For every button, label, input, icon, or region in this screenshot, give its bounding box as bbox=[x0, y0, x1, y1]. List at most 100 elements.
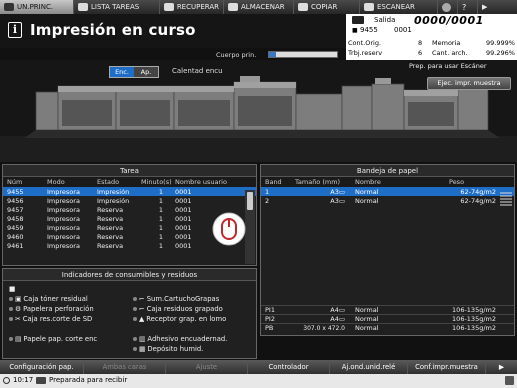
settings-button[interactable] bbox=[438, 0, 458, 14]
table-row[interactable]: PI2 A4▭ Normal 106-135g/m2 bbox=[261, 314, 514, 324]
cant-label: Cant. arch. bbox=[432, 49, 468, 57]
next-arrow-button[interactable]: ▶ bbox=[478, 0, 517, 14]
waste-toner-icon: ▣ bbox=[15, 295, 22, 303]
globe-icon bbox=[442, 2, 451, 12]
arrow-right-icon: ▶ bbox=[482, 3, 488, 11]
tab-copy[interactable]: COPIAR bbox=[294, 0, 360, 14]
task-scrollbar[interactable] bbox=[245, 190, 255, 264]
task-table-header: Núm Modo Estado Minuto(s) Nombre usuario bbox=[3, 177, 256, 187]
table-row[interactable]: 2 A3▭ Normal 62-74g/m2 bbox=[261, 196, 514, 205]
adhesive-icon: ▥ bbox=[139, 335, 146, 343]
next-page-button[interactable]: ▶ bbox=[486, 360, 517, 374]
cell: Normal bbox=[355, 306, 379, 314]
cant-value: 99.296% bbox=[486, 49, 515, 57]
scroll-thumb[interactable] bbox=[247, 192, 253, 210]
consumable-item: ▲ Receptor grap. en lomo bbox=[133, 315, 226, 323]
consumable-item: ⚙ Papelera perforación bbox=[9, 305, 94, 313]
controller-button[interactable]: Controlador bbox=[248, 360, 330, 374]
cell: 1 bbox=[158, 196, 163, 205]
table-row[interactable]: PB 307.0 x 472.0 Normal 106-135g/m2 bbox=[261, 323, 514, 333]
enc-button[interactable]: Enc. bbox=[110, 67, 134, 77]
table-row[interactable]: 9455 Impresora Impresión 1 0001 bbox=[3, 187, 256, 196]
relay-unit-button[interactable]: Aj.ond.unid.relé bbox=[330, 360, 408, 374]
user-id: 9455 bbox=[360, 26, 378, 34]
item-label: Caja residuos grapado bbox=[146, 305, 223, 313]
col-weight: Peso bbox=[445, 177, 514, 187]
item-label: Sum.CartuchoGrapas bbox=[146, 295, 220, 303]
table-row[interactable]: 9456 Impresora Impresión 1 0001 bbox=[3, 196, 256, 205]
cell: Reserva bbox=[97, 223, 124, 232]
col-minutes: Minuto(s) bbox=[137, 177, 172, 187]
help-icon: ? bbox=[462, 2, 467, 12]
item-label: Receptor grap. en lomo bbox=[146, 315, 227, 323]
notification-icon bbox=[505, 376, 514, 385]
col-user: Nombre usuario bbox=[171, 177, 256, 187]
warmup-label: Calentad encu bbox=[172, 67, 223, 75]
cell: PB bbox=[265, 324, 274, 333]
task-panel-title: Tarea bbox=[3, 165, 256, 177]
cell: Impresora bbox=[47, 223, 80, 232]
consumables-panel: Indicadores de consumibles y residuos ■ … bbox=[2, 268, 257, 359]
mouse-icon bbox=[212, 212, 246, 246]
tray-table-header: Band Tamaño (mm) Nombre Peso bbox=[261, 177, 514, 187]
stats-panel: Cont.Orig. 8 Memoria 99.999% Trbj.reserv… bbox=[346, 36, 517, 60]
store-icon bbox=[228, 3, 238, 11]
cont-orig-label: Cont.Orig. bbox=[348, 39, 382, 47]
waste-staple-icon: ⌐ bbox=[139, 305, 145, 313]
printer-icon bbox=[352, 16, 364, 24]
machine-illustration bbox=[0, 60, 517, 162]
trim-waste-icon: ▤ bbox=[15, 335, 22, 343]
help-button[interactable]: ? bbox=[458, 0, 478, 14]
paper-setting-button[interactable]: Configuración pap. bbox=[0, 360, 84, 374]
cell: 9460 bbox=[7, 232, 24, 241]
status-dot bbox=[133, 317, 137, 321]
tab-store[interactable]: ALMACENAR bbox=[224, 0, 294, 14]
consumable-item: ⌐ Sum.CartuchoGrapas bbox=[133, 295, 219, 303]
tab-recall[interactable]: RECUPERAR bbox=[160, 0, 224, 14]
consumable-item: ▥ Adhesivo encuadernad. bbox=[133, 335, 227, 343]
cell: PI2 bbox=[265, 315, 275, 323]
adjust-button[interactable]: Ajuste bbox=[166, 360, 248, 374]
cell: 106-135g/m2 bbox=[452, 315, 496, 323]
copy-icon bbox=[298, 3, 308, 11]
warmup-toggle[interactable]: Enc. Ap. bbox=[109, 66, 159, 78]
punch-icon: ⚙ bbox=[15, 305, 22, 313]
tab-main[interactable]: UN.PRINC. bbox=[0, 0, 74, 14]
home-icon bbox=[4, 3, 14, 11]
cell: Reserva bbox=[97, 232, 124, 241]
status-message: Preparada para recibir bbox=[49, 376, 128, 384]
col-state: Estado bbox=[93, 177, 137, 187]
paper-level-icon bbox=[500, 192, 512, 206]
memory-bar bbox=[268, 51, 338, 58]
tray-table: Band Tamaño (mm) Nombre Peso 1 A3▭ Normal 6… bbox=[261, 177, 514, 205]
sample-print-config-button[interactable]: Conf.impr.muestra bbox=[408, 360, 486, 374]
ap-button[interactable]: Ap. bbox=[134, 67, 158, 77]
cell: Reserva bbox=[97, 214, 124, 223]
consumables-title: Indicadores de consumibles y residuos bbox=[3, 269, 256, 281]
item-label: Caja res.corte de SD bbox=[22, 315, 93, 323]
table-row[interactable]: PI1 A4▭ Normal 106-135g/m2 bbox=[261, 305, 514, 315]
staple-icon: ⌐ bbox=[139, 295, 145, 303]
cell: 2 bbox=[265, 196, 270, 205]
status-dot bbox=[9, 297, 13, 301]
duplex-button[interactable]: Ambas caras bbox=[84, 360, 166, 374]
sample-print-button[interactable]: Ejec. impr. muestra bbox=[427, 77, 511, 90]
cell: A4▭ bbox=[330, 315, 345, 323]
memory-bar-fill bbox=[269, 52, 276, 57]
cell: Reserva bbox=[97, 205, 124, 214]
item-label: Adhesivo encuadernad. bbox=[147, 335, 228, 343]
col-size: Tamaño (mm) bbox=[291, 177, 351, 187]
scanner-status: Prep. para usar Escáner bbox=[409, 62, 487, 70]
output-label: Salida bbox=[374, 16, 396, 24]
info-icon[interactable]: i bbox=[8, 22, 22, 38]
output-value: 0000/0001 bbox=[414, 14, 484, 27]
consumable-item: ▦ Depósito humid. bbox=[133, 345, 203, 353]
clock-icon bbox=[3, 377, 10, 384]
table-row[interactable]: 1 A3▭ Normal 62-74g/m2 bbox=[261, 187, 514, 196]
col-num: Núm bbox=[3, 177, 43, 187]
cell: Impresora bbox=[47, 232, 80, 241]
tab-scan[interactable]: ESCANEAR bbox=[360, 0, 438, 14]
cell: Normal bbox=[351, 187, 445, 196]
bottom-button-bar: Configuración pap. Ambas caras Ajuste Co… bbox=[0, 360, 517, 374]
tab-job-list[interactable]: LISTA TAREAS bbox=[74, 0, 160, 14]
